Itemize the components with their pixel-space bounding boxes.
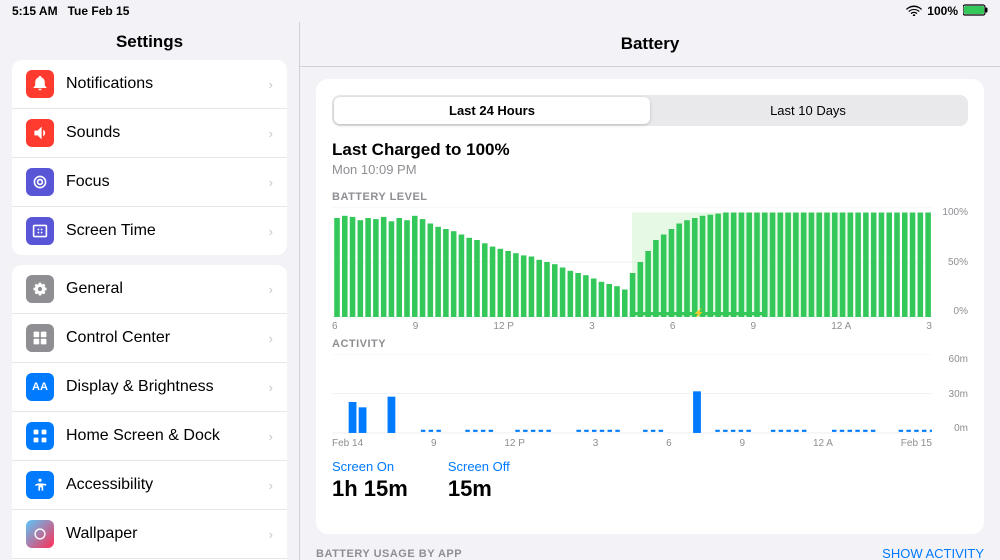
screen-on-value: 1h 15m <box>332 476 408 502</box>
screen-off-stat: Screen Off 15m <box>448 459 510 502</box>
sidebar-item-accessibility-label: Accessibility <box>66 476 269 494</box>
chevron-icon: › <box>269 175 273 190</box>
sidebar-item-general[interactable]: General › <box>12 265 287 314</box>
app-usage-label: BATTERY USAGE BY APP <box>316 548 462 560</box>
sidebar-item-screen-time-label: Screen Time <box>66 222 269 240</box>
chevron-icon: › <box>269 380 273 395</box>
chevron-icon: › <box>269 77 273 92</box>
last-10-days-tab[interactable]: Last 10 Days <box>650 97 966 124</box>
sidebar-item-display-brightness-label: Display & Brightness <box>66 378 269 396</box>
chevron-icon: › <box>269 478 273 493</box>
sidebar: Settings Notifications › Sounds › <box>0 22 300 560</box>
sidebar-item-screen-time[interactable]: Screen Time › <box>12 207 287 255</box>
svg-text:⚡: ⚡ <box>693 307 704 317</box>
chevron-icon: › <box>269 282 273 297</box>
last-charged-time: Mon 10:09 PM <box>332 162 968 177</box>
wallpaper-icon <box>26 520 54 548</box>
last-charged-text: Last Charged to 100% <box>332 140 968 160</box>
sidebar-item-focus[interactable]: Focus › <box>12 158 287 207</box>
last-24-hours-tab[interactable]: Last 24 Hours <box>334 97 650 124</box>
sidebar-item-control-center-label: Control Center <box>66 329 269 347</box>
sidebar-item-wallpaper[interactable]: Wallpaper › <box>12 510 287 559</box>
chevron-icon: › <box>269 331 273 346</box>
sidebar-item-control-center[interactable]: Control Center › <box>12 314 287 363</box>
wifi-icon <box>906 4 922 19</box>
y-label-60m: 60m <box>936 354 968 365</box>
activity-chart: 60m 30m 0m <box>332 354 968 434</box>
general-icon <box>26 275 54 303</box>
control-center-icon <box>26 324 54 352</box>
activity-label: ACTIVITY <box>332 338 968 350</box>
display-brightness-icon: AA <box>26 373 54 401</box>
y-label-0m: 0m <box>936 423 968 434</box>
sidebar-item-notifications[interactable]: Notifications › <box>12 60 287 109</box>
screen-off-label: Screen Off <box>448 459 510 474</box>
y-label-100: 100% <box>936 207 968 218</box>
screen-time-icon <box>26 217 54 245</box>
y-label-50: 50% <box>936 257 968 268</box>
sounds-icon <box>26 119 54 147</box>
screen-on-label: Screen On <box>332 459 408 474</box>
sidebar-item-notifications-label: Notifications <box>66 75 269 93</box>
screen-on-stat: Screen On 1h 15m <box>332 459 408 502</box>
battery-bars-area: ⚡ <box>332 207 932 317</box>
status-bar: 5:15 AM Tue Feb 15 100% <box>0 0 1000 22</box>
battery-x-labels: 6 9 12 P 3 6 9 12 A 3 <box>332 321 968 332</box>
y-label-0: 0% <box>936 306 968 317</box>
battery-y-labels: 100% 50% 0% <box>936 207 968 317</box>
chevron-icon: › <box>269 429 273 444</box>
sidebar-title: Settings <box>0 22 299 60</box>
content-area: Battery Last 24 Hours Last 10 Days Last … <box>300 22 1000 560</box>
sidebar-section-1: Notifications › Sounds › Focus › <box>12 60 287 255</box>
show-activity-button[interactable]: SHOW ACTIVITY <box>882 546 984 560</box>
app-usage-header: BATTERY USAGE BY APP SHOW ACTIVITY <box>316 546 984 560</box>
screen-stats: Screen On 1h 15m Screen Off 15m <box>332 459 968 502</box>
screen-off-value: 15m <box>448 476 510 502</box>
sidebar-item-sounds-label: Sounds <box>66 124 269 142</box>
chevron-icon: › <box>269 126 273 141</box>
sidebar-item-sounds[interactable]: Sounds › <box>12 109 287 158</box>
battery-level-chart: 100% 50% 0% <box>332 207 968 317</box>
status-indicators: 100% <box>906 4 988 19</box>
sidebar-item-wallpaper-label: Wallpaper <box>66 525 269 543</box>
battery-title: Battery <box>300 22 1000 67</box>
battery-level-label: BATTERY LEVEL <box>332 191 968 203</box>
y-label-30m: 30m <box>936 389 968 400</box>
notifications-icon <box>26 70 54 98</box>
sidebar-item-home-screen-label: Home Screen & Dock <box>66 427 269 445</box>
accessibility-icon <box>26 471 54 499</box>
status-time: 5:15 AM Tue Feb 15 <box>12 4 129 18</box>
battery-percentage: 100% <box>927 4 958 18</box>
time-range-selector[interactable]: Last 24 Hours Last 10 Days <box>332 95 968 126</box>
sidebar-section-2: General › Control Center › AA Display & … <box>12 265 287 560</box>
chevron-icon: › <box>269 224 273 239</box>
main-layout: Settings Notifications › Sounds › <box>0 22 1000 560</box>
home-screen-icon <box>26 422 54 450</box>
sidebar-item-display-brightness[interactable]: AA Display & Brightness › <box>12 363 287 412</box>
sidebar-item-focus-label: Focus <box>66 173 269 191</box>
sidebar-item-accessibility[interactable]: Accessibility › <box>12 461 287 510</box>
activity-bars-area <box>332 354 932 434</box>
focus-icon <box>26 168 54 196</box>
sidebar-item-home-screen[interactable]: Home Screen & Dock › <box>12 412 287 461</box>
activity-y-labels: 60m 30m 0m <box>936 354 968 434</box>
sidebar-item-general-label: General <box>66 280 269 298</box>
battery-icon <box>963 4 988 19</box>
battery-main-card: Last 24 Hours Last 10 Days Last Charged … <box>316 79 984 534</box>
activity-x-labels: Feb 14 9 12 P 3 6 9 12 A Feb 15 <box>332 438 968 449</box>
chevron-icon: › <box>269 527 273 542</box>
